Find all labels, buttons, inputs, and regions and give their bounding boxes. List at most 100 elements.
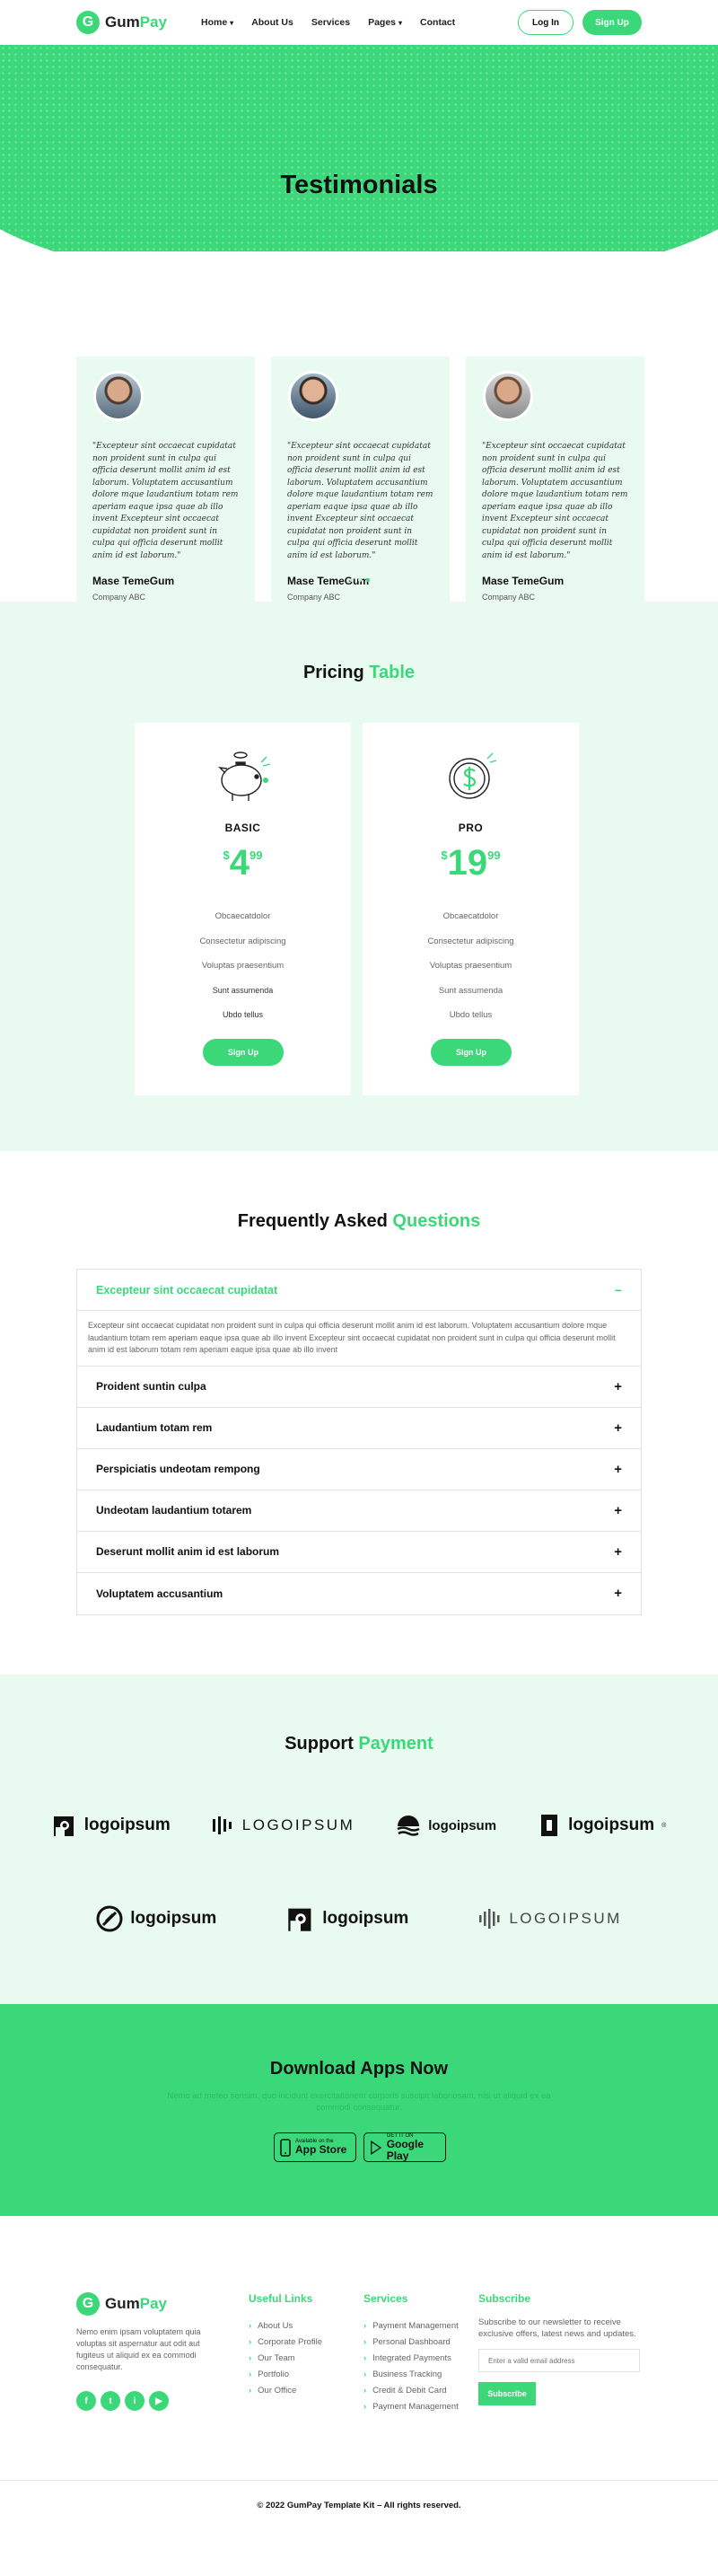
plan-feature: Consectetur adipiscing	[427, 936, 514, 946]
faq-item[interactable]: Proident suntin culpa +	[77, 1367, 641, 1408]
nav-home[interactable]: Home ▾	[201, 17, 233, 28]
testimonial-card: "Excepteur sint occaecat cupidatat non p…	[466, 356, 644, 612]
google-play-button[interactable]: GET IT ON Google Play	[363, 2132, 446, 2162]
twitter-icon[interactable]: t	[101, 2391, 120, 2411]
plus-icon: +	[614, 1502, 622, 1518]
copyright: © 2022 GumPay Template Kit – All rights …	[257, 2500, 461, 2510]
download-title: Download Apps Now	[269, 2059, 449, 2079]
footer-description: Nemo enim ipsam voluptatem quia voluptas…	[76, 2327, 201, 2371]
testimonial-card: "Excepteur sint occaecat cupidatat non p…	[271, 356, 450, 612]
plan-feature: Voluptas praesentium	[201, 961, 285, 971]
plus-icon: +	[614, 1586, 622, 1601]
testimonial-name: Mase TemeGum	[482, 575, 565, 587]
logo-text: GumPay	[105, 2295, 167, 2312]
footer-link[interactable]: Portfolio	[249, 2367, 322, 2383]
nav-contact[interactable]: Contact	[420, 17, 455, 28]
footer-useful-links-title: Useful Links	[249, 2292, 313, 2305]
partner-logo: LOGOIPSUM	[212, 1813, 355, 1838]
testimonial-company: Company ABC	[287, 593, 341, 602]
login-button[interactable]: Log In	[518, 10, 574, 35]
plan-feature: Consectetur adipiscing	[199, 936, 286, 946]
nav-about-us[interactable]: About Us	[251, 17, 293, 28]
site-header: G GumPay Home ▾ About Us Services Pages ▾ …	[0, 0, 718, 45]
footer-link[interactable]: Payment Management	[363, 2318, 459, 2334]
avatar	[483, 371, 533, 421]
dollar-coin-icon	[363, 744, 579, 807]
app-store-button[interactable]: Available on the App Store	[274, 2132, 356, 2162]
email-field[interactable]	[478, 2349, 640, 2372]
footer-services: Payment Management Personal Dashboard In…	[363, 2318, 459, 2415]
hero-banner: Testimonials	[0, 45, 718, 251]
logo-text: GumPay	[105, 13, 167, 31]
subscribe-text: Subscribe to our newsletter to receive e…	[478, 2317, 636, 2339]
carousel-dot-active[interactable]	[366, 578, 370, 582]
plan-features: Obcaecatdolor Consectetur adipiscing Vol…	[135, 904, 351, 1028]
signup-button[interactable]: Sign Up	[582, 10, 642, 35]
nav-services[interactable]: Services	[311, 17, 350, 28]
footer-subscribe-title: Subscribe	[478, 2292, 531, 2305]
instagram-icon[interactable]: i	[125, 2391, 144, 2411]
carousel-dot[interactable]	[358, 578, 362, 582]
youtube-icon[interactable]: ▶	[149, 2391, 169, 2411]
footer-link[interactable]: About Us	[249, 2318, 322, 2334]
testimonial-company: Company ABC	[482, 593, 536, 602]
partner-logo: logoipsum ®	[538, 1813, 666, 1838]
chevron-down-icon: ▾	[230, 19, 234, 27]
faq-item[interactable]: Laudantium totam rem +	[77, 1408, 641, 1449]
nav-pages[interactable]: Pages ▾	[368, 17, 402, 28]
world-map-dots	[0, 45, 718, 251]
footer-link[interactable]: Payment Management	[363, 2399, 459, 2415]
plan-price: $19 99	[441, 843, 501, 883]
social-links: f t i ▶	[76, 2391, 211, 2411]
testimonials-section: "Excepteur sint occaecat cupidatat non p…	[0, 251, 718, 612]
testimonial-card: "Excepteur sint occaecat cupidatat non p…	[76, 356, 255, 612]
plus-icon: +	[614, 1543, 622, 1560]
site-logo[interactable]: G GumPay	[76, 11, 167, 34]
logo-mark-icon: G	[76, 2292, 100, 2316]
faq-item[interactable]: Perspiciatis undeotam rempong +	[77, 1449, 641, 1490]
faq-item[interactable]: Deserunt mollit anim id est laborum +	[77, 1532, 641, 1573]
faq-item-open[interactable]: Excepteur sint occaecat cupidatat −	[77, 1270, 641, 1311]
plan-signup-button[interactable]: Sign Up	[431, 1039, 512, 1066]
piggy-bank-icon	[135, 744, 351, 807]
carousel-dot[interactable]	[350, 578, 354, 582]
avatar	[288, 371, 338, 421]
plus-icon: +	[614, 1420, 622, 1436]
support-title: Support Payment	[285, 1734, 433, 1754]
download-apps-section: Download Apps Now Nemo ad meteo sensim, …	[0, 2004, 718, 2216]
plan-feature: Obcaecatdolor	[442, 911, 499, 921]
avatar	[93, 371, 144, 421]
plan-feature: Ubdo tellus	[449, 1010, 493, 1020]
plan-feature: Obcaecatdolor	[215, 911, 271, 921]
footer-logo[interactable]: G GumPay	[76, 2292, 211, 2316]
page-title: Testimonials	[280, 171, 438, 199]
faq-title: Frequently Asked Questions	[237, 1211, 481, 1231]
subscribe-button[interactable]: Subscribe	[478, 2382, 536, 2405]
site-footer: G GumPay Nemo enim ipsam voluptatem quia…	[0, 2216, 718, 2481]
plus-icon: +	[614, 1461, 622, 1477]
plan-signup-button[interactable]: Sign Up	[203, 1039, 284, 1066]
plan-name: BASIC	[224, 822, 261, 834]
footer-link[interactable]: Personal Dashboard	[363, 2334, 459, 2351]
faq-accordion: Excepteur sint occaecat cupidatat − Exce…	[76, 1269, 642, 1615]
footer-link[interactable]: Our Office	[249, 2383, 322, 2399]
plan-feature: Ubdo tellus	[222, 1010, 264, 1019]
phone-icon	[280, 2138, 291, 2157]
support-payment-section: Support Payment logoipsum LOGOIPSUM logo…	[0, 1675, 718, 2004]
footer-link[interactable]: Corporate Profile	[249, 2334, 322, 2351]
minus-icon: −	[614, 1282, 622, 1297]
plan-feature: Voluptas praesentium	[429, 961, 512, 971]
faq-item[interactable]: Undeotam laudantium totarem +	[77, 1490, 641, 1532]
plan-name: PRO	[458, 822, 484, 834]
testimonial-name: Mase TemeGum	[92, 575, 175, 587]
faq-item[interactable]: Voluptatem accusantium +	[77, 1573, 641, 1614]
footer-link[interactable]: Business Tracking	[363, 2367, 459, 2383]
footer-link[interactable]: Credit & Debit Card	[363, 2383, 459, 2399]
footer-link[interactable]: Integrated Payments	[363, 2351, 459, 2367]
chevron-down-icon: ▾	[398, 19, 403, 27]
footer-link[interactable]: Our Team	[249, 2351, 322, 2367]
plus-icon: +	[614, 1378, 622, 1394]
faq-answer: Excepteur sint occaecat cupidatat non pr…	[77, 1311, 641, 1367]
play-icon	[371, 2140, 382, 2155]
facebook-icon[interactable]: f	[76, 2391, 96, 2411]
